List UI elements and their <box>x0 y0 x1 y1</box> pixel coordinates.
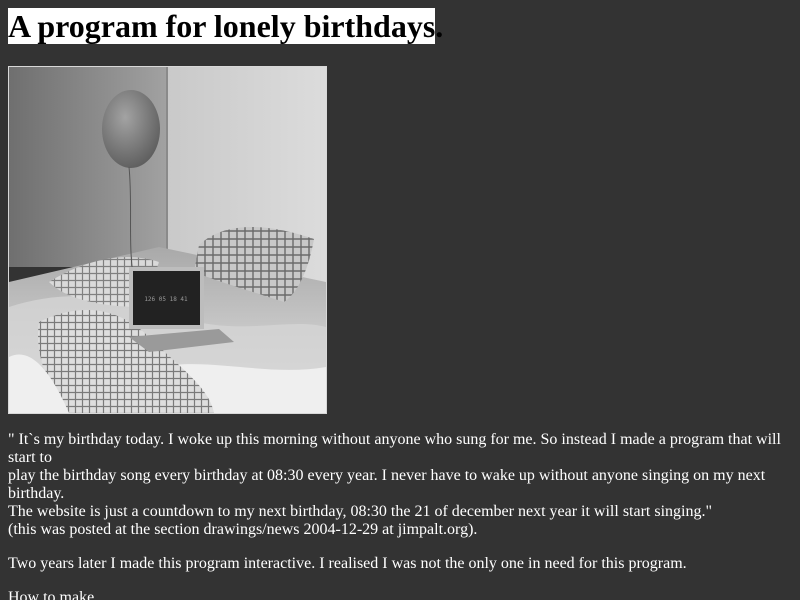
quote-line-2: play the birthday song every birthday at… <box>8 467 766 502</box>
birthday-quote: " It`s my birthday today. I woke up this… <box>8 431 792 539</box>
quote-line-1: " It`s my birthday today. I woke up this… <box>8 431 781 466</box>
laptop-screen-text: 126 05 18 41 <box>144 296 188 303</box>
birthday-photo: 126 05 18 41 <box>8 66 327 414</box>
quote-line-4: (this was posted at the section drawings… <box>8 521 478 538</box>
paragraph-truncated: How to make... <box>8 589 107 600</box>
page-title-period: . <box>435 8 444 44</box>
paragraph-interactive: Two years later I made this program inte… <box>8 555 687 572</box>
quote-line-3: The website is just a countdown to my ne… <box>8 503 713 520</box>
page-title: A program for lonely birthdays. <box>8 8 792 44</box>
bedroom-balloon-laptop-image: 126 05 18 41 <box>9 67 326 413</box>
page-content: A program for lonely birthdays. 126 05 1… <box>8 0 792 600</box>
page-title-text: A program for lonely birthdays <box>8 8 436 44</box>
